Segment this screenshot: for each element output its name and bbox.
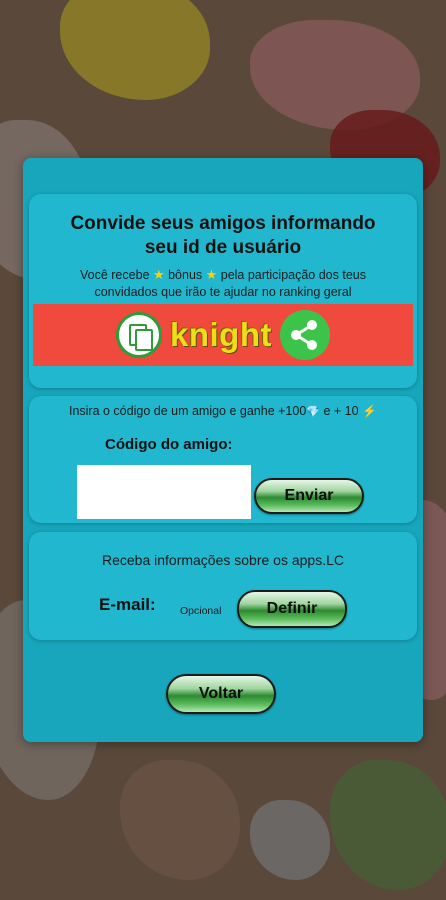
subtitle-text-1: Você recebe [79, 268, 153, 282]
star-icon: ★ [152, 267, 165, 282]
send-button[interactable]: Enviar [254, 478, 364, 514]
invite-dialog: Convide seus amigos informando seu id de… [23, 158, 423, 742]
note-text-2: e + 10 [320, 404, 359, 418]
invite-title-line1: Convide seus amigos informando [70, 213, 376, 234]
gem-icon: 💎 [306, 406, 320, 418]
invite-card: Convide seus amigos informando seu id de… [29, 194, 417, 388]
invite-title-line2: seu id de usuário [144, 237, 302, 258]
optional-label: Opcional [180, 605, 222, 617]
friend-code-label: Código do amigo: [105, 436, 233, 453]
email-label: E-mail: [99, 595, 156, 614]
energy-icon: ⚡ [362, 404, 378, 418]
subtitle-text-3: pela participação dos teus [217, 268, 366, 282]
friend-code-card: Insira o código de um amigo e ganhe +100… [29, 396, 417, 523]
define-email-button[interactable]: Definir [237, 590, 347, 628]
friend-code-note: Insira o código de um amigo e ganhe +100… [29, 404, 417, 418]
newsletter-info: Receba informações sobre os apps.LC [101, 552, 345, 568]
invite-title: Convide seus amigos informando seu id de… [29, 212, 417, 260]
invite-subtitle-line1: Você recebe ★ bônus ★ pela participação … [29, 266, 417, 284]
star-icon: ★ [205, 267, 218, 282]
friend-code-input[interactable] [77, 465, 251, 519]
back-button[interactable]: Voltar [166, 674, 276, 714]
newsletter-card: Receba informações sobre os apps.LC E-ma… [29, 532, 417, 640]
note-text-1: Insira o código de um amigo e ganhe +100 [68, 404, 307, 418]
invite-subtitle: Você recebe ★ bônus ★ pela participação … [29, 266, 417, 301]
invite-subtitle-line2: convidados que irão te ajudar no ranking… [94, 285, 352, 299]
copy-icon[interactable] [116, 312, 162, 358]
user-id-banner: knight [33, 304, 413, 366]
share-icon[interactable] [279, 310, 330, 360]
subtitle-text-2: bônus [164, 268, 206, 282]
user-id: knight [170, 316, 272, 353]
